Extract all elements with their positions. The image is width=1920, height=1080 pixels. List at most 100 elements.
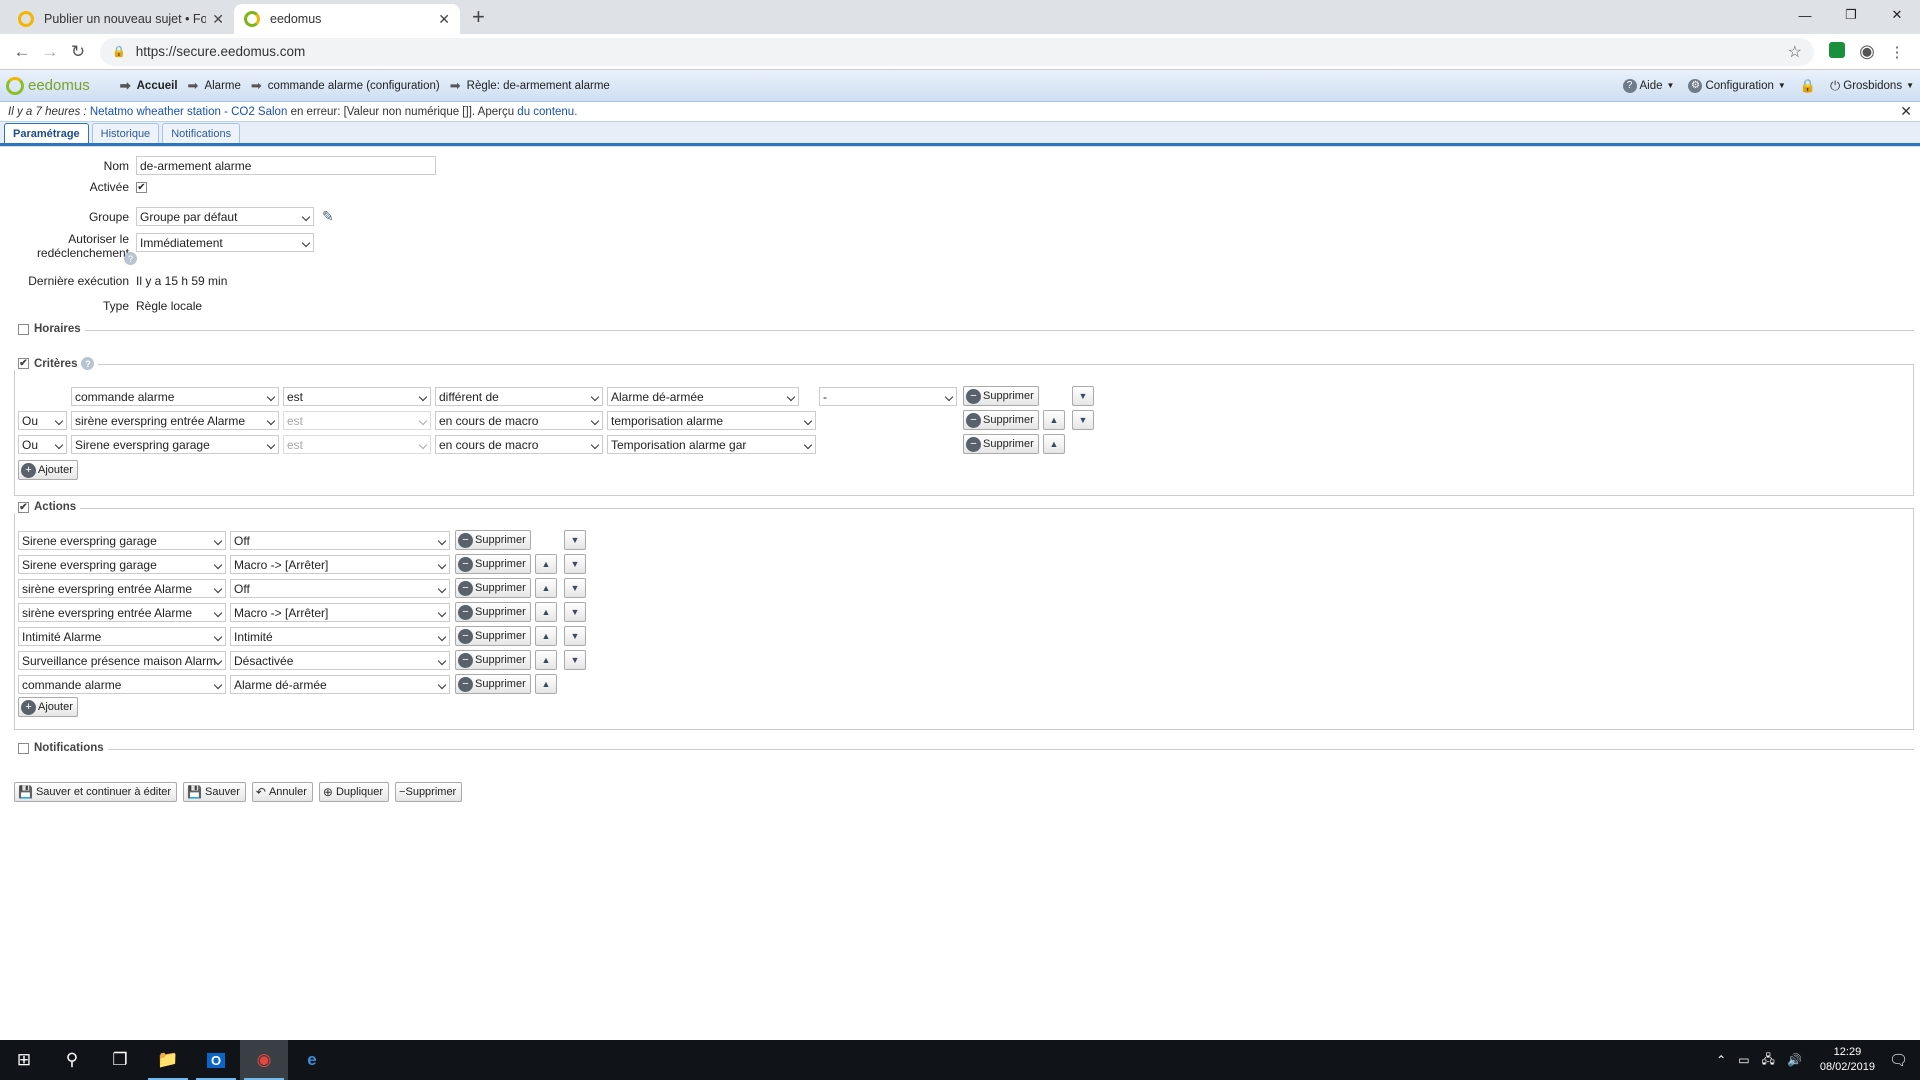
minimize-icon[interactable]: —: [1782, 0, 1828, 30]
profile-icon[interactable]: ◉: [1852, 41, 1882, 62]
criteria-value-select[interactable]: Alarme dé-armée: [607, 387, 799, 406]
help-menu[interactable]: ? Aide ▼: [1622, 78, 1674, 93]
config-menu[interactable]: ⚙ Configuration ▼: [1688, 78, 1786, 93]
groupe-select[interactable]: Groupe par défaut: [136, 207, 314, 226]
back-icon[interactable]: ←: [8, 42, 36, 62]
tab-historique[interactable]: Historique: [91, 123, 160, 143]
action-device-select[interactable]: sirène everspring entrée Alarme: [18, 603, 226, 622]
criteria-operator-select[interactable]: Ou: [18, 435, 67, 454]
action-value-select[interactable]: Macro -> [Arrêter]: [230, 555, 450, 574]
action-value-select[interactable]: Alarme dé-armée: [230, 675, 450, 694]
notifications-checkbox[interactable]: [18, 742, 29, 754]
chrome-icon[interactable]: ◉: [240, 1040, 288, 1080]
criteria-delete-button[interactable]: − Supprimer: [963, 410, 1039, 430]
action-delete-button[interactable]: − Supprimer: [455, 602, 531, 622]
nom-input[interactable]: de-armement alarme: [136, 156, 436, 175]
save-button[interactable]: 💾 Sauver: [183, 782, 246, 802]
criteria-device-select[interactable]: Sirene everspring garage: [71, 435, 279, 454]
close-icon[interactable]: ✕: [1900, 103, 1912, 120]
cancel-button[interactable]: ↶ Annuler: [251, 782, 313, 802]
eedomus-logo[interactable]: eedomus: [6, 76, 90, 95]
move-down-button[interactable]: ▼: [564, 554, 586, 574]
volume-icon[interactable]: 🔊: [1787, 1053, 1802, 1067]
breadcrumb-home[interactable]: ➡ Accueil: [120, 78, 178, 94]
horaires-checkbox[interactable]: [18, 323, 29, 335]
criteres-checkbox[interactable]: ✔: [18, 358, 29, 369]
criteria-condition-select[interactable]: en cours de macro: [435, 411, 603, 430]
chevron-up-icon[interactable]: ⌃: [1716, 1053, 1726, 1067]
move-up-button[interactable]: ▲: [535, 650, 557, 670]
move-down-button[interactable]: ▼: [564, 578, 586, 598]
forward-icon[interactable]: →: [36, 42, 64, 62]
move-up-button[interactable]: ▲: [535, 554, 557, 574]
action-value-select[interactable]: Off: [230, 579, 450, 598]
lock-button[interactable]: 🔒: [1800, 78, 1816, 94]
save-continue-button[interactable]: 💾 Sauver et continuer à éditer: [14, 782, 178, 802]
browser-tab-forum[interactable]: Publier un nouveau sujet • Forum ✕: [8, 4, 234, 34]
action-device-select[interactable]: Sirene everspring garage: [18, 531, 226, 550]
activee-checkbox[interactable]: ✔: [136, 181, 147, 193]
close-icon[interactable]: ✕: [212, 11, 224, 28]
actions-checkbox[interactable]: ✔: [18, 501, 29, 513]
action-device-select[interactable]: Surveillance présence maison Alarm: [18, 651, 226, 670]
action-delete-button[interactable]: − Supprimer: [455, 650, 531, 670]
action-delete-button[interactable]: − Supprimer: [455, 554, 531, 574]
banner-content-link[interactable]: du contenu.: [517, 106, 577, 118]
criteria-extra-select[interactable]: -: [819, 387, 957, 406]
breadcrumb-device[interactable]: ➡ commande alarme (configuration): [251, 78, 440, 94]
move-up-button[interactable]: ▲: [1043, 434, 1065, 454]
bookmark-star-icon[interactable]: ☆: [1788, 42, 1802, 62]
action-delete-button[interactable]: − Supprimer: [455, 530, 531, 550]
breadcrumb-rule[interactable]: ➡ Règle: de-armement alarme: [450, 78, 610, 94]
action-device-select[interactable]: commande alarme: [18, 675, 226, 694]
duplicate-button[interactable]: ⊕ Dupliquer: [318, 782, 390, 802]
task-view-icon[interactable]: ❐: [96, 1040, 144, 1080]
breadcrumb-alarm[interactable]: ➡ Alarme: [188, 78, 241, 94]
criteria-delete-button[interactable]: − Supprimer: [963, 386, 1039, 406]
help-icon[interactable]: ?: [124, 252, 137, 265]
autoriser-select[interactable]: Immédiatement: [136, 233, 314, 252]
move-down-button[interactable]: ▼: [1072, 386, 1094, 406]
criteria-compare-select[interactable]: est: [283, 387, 431, 406]
window-close-icon[interactable]: ✕: [1874, 0, 1920, 30]
tab-notifications[interactable]: Notifications: [162, 123, 241, 143]
move-down-button[interactable]: ▼: [1072, 410, 1094, 430]
criteria-add-button[interactable]: + Ajouter: [18, 460, 78, 480]
move-up-button[interactable]: ▲: [1043, 410, 1065, 430]
criteria-device-select[interactable]: sirène everspring entrée Alarme: [71, 411, 279, 430]
pencil-icon[interactable]: ✎: [322, 208, 334, 225]
banner-device-link[interactable]: Netatmo wheather station - CO2 Salon: [90, 106, 288, 118]
action-delete-button[interactable]: − Supprimer: [455, 578, 531, 598]
tab-parametrage[interactable]: Paramétrage: [4, 123, 89, 143]
windows-start-icon[interactable]: ⊞: [0, 1040, 48, 1080]
move-up-button[interactable]: ▲: [535, 578, 557, 598]
action-delete-button[interactable]: − Supprimer: [455, 674, 531, 694]
actions-add-button[interactable]: + Ajouter: [18, 697, 78, 717]
close-icon[interactable]: ✕: [438, 11, 450, 28]
action-delete-button[interactable]: − Supprimer: [455, 626, 531, 646]
search-icon[interactable]: ⚲: [48, 1040, 96, 1080]
move-down-button[interactable]: ▼: [564, 530, 586, 550]
file-explorer-icon[interactable]: 📁: [144, 1040, 192, 1080]
criteria-operator-select[interactable]: Ou: [18, 411, 67, 430]
reload-icon[interactable]: ↻: [64, 42, 92, 62]
new-tab-icon[interactable]: +: [472, 4, 485, 30]
url-input[interactable]: 🔒 https://secure.eedomus.com ☆: [100, 37, 1814, 66]
browser-tab-eedomus[interactable]: eedomus ✕: [234, 4, 460, 34]
outlook-icon[interactable]: O: [192, 1040, 240, 1080]
help-icon[interactable]: ?: [81, 357, 95, 370]
criteria-delete-button[interactable]: − Supprimer: [963, 434, 1039, 454]
criteria-value-select[interactable]: Temporisation alarme gar: [607, 435, 816, 454]
move-up-button[interactable]: ▲: [535, 626, 557, 646]
menu-icon[interactable]: ⋮: [1882, 43, 1912, 61]
criteria-condition-select[interactable]: en cours de macro: [435, 435, 603, 454]
user-menu[interactable]: ⏻ Grosbidons ▼: [1830, 78, 1914, 94]
move-down-button[interactable]: ▼: [564, 602, 586, 622]
maximize-icon[interactable]: ❐: [1828, 0, 1874, 30]
move-up-button[interactable]: ▲: [535, 602, 557, 622]
action-center-icon[interactable]: 🗨: [1889, 1051, 1908, 1069]
clock[interactable]: 12:29 08/02/2019: [1820, 1045, 1875, 1075]
action-device-select[interactable]: Sirene everspring garage: [18, 555, 226, 574]
action-device-select[interactable]: Intimité Alarme: [18, 627, 226, 646]
action-value-select[interactable]: Macro -> [Arrêter]: [230, 603, 450, 622]
